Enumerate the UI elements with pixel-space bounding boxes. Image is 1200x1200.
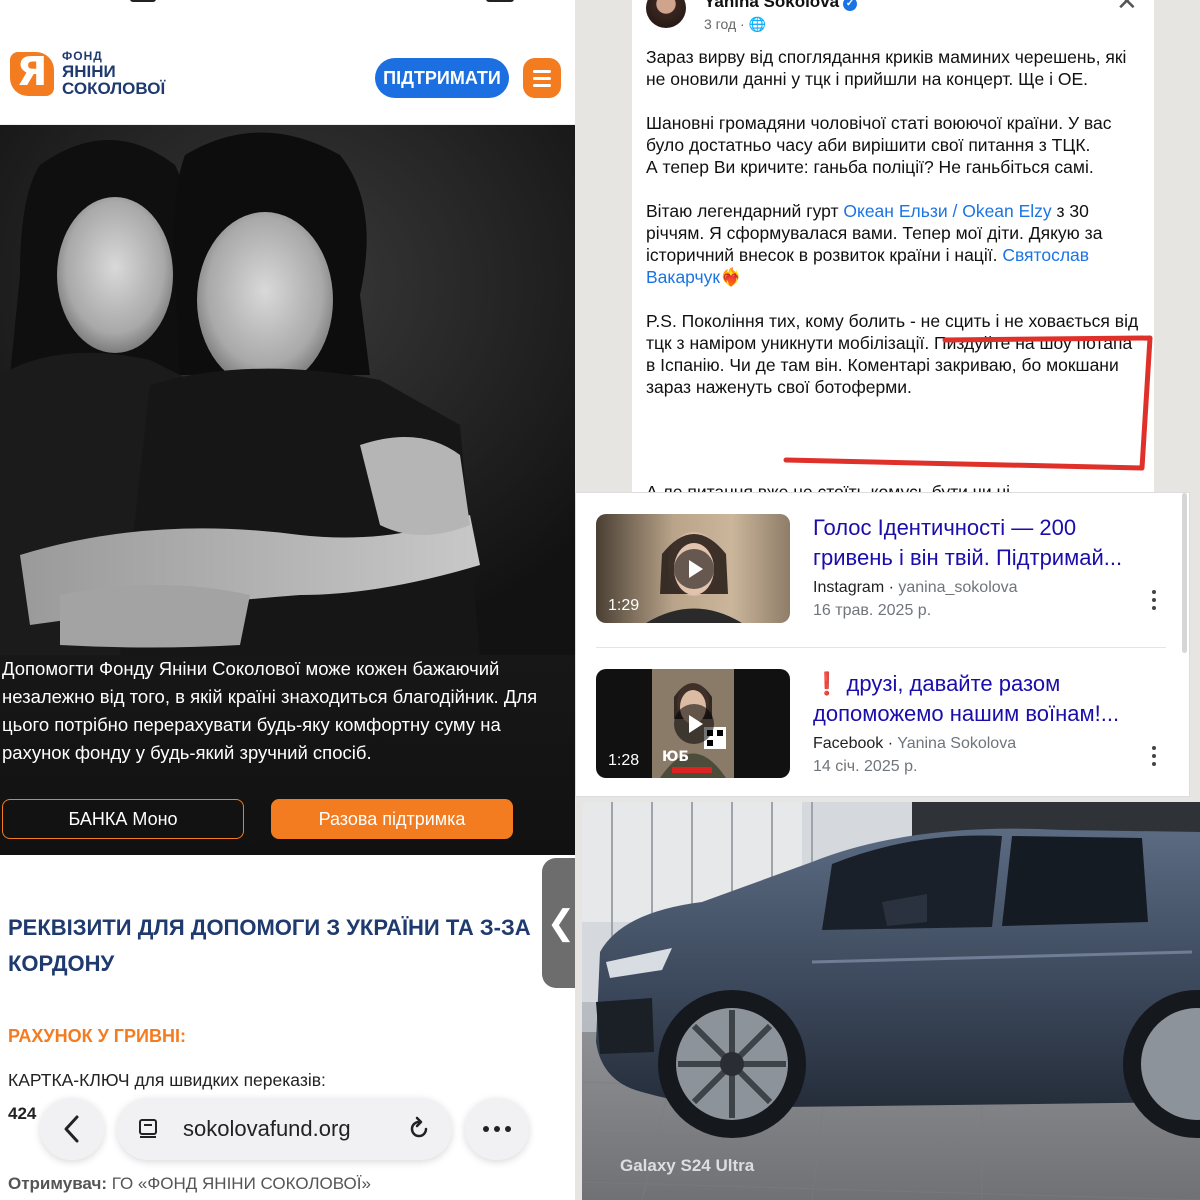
post-paragraph-1: Зараз вирву від споглядання криків мамин…: [646, 47, 1127, 89]
logo-line-2: ЯНІНИ: [62, 61, 116, 81]
more-dots-icon[interactable]: [465, 1098, 529, 1160]
hero-description: Допомогти Фонду Яніни Соколової може кож…: [2, 658, 538, 763]
recipient-label: Отримувач:: [8, 1174, 107, 1193]
result-source: Instagram · yanina_sokolova: [813, 579, 1018, 596]
video-search-results: 1:29 Голос Ідентичності — 200 гривень і …: [575, 492, 1190, 797]
hamburger-icon[interactable]: [523, 58, 561, 98]
url-text[interactable]: sokolovafund.org: [183, 1116, 351, 1142]
more-options-icon[interactable]: •••: [1060, 0, 1084, 9]
post-paragraph-2: Шановні громадяни чоловічої статі воюючо…: [646, 113, 1112, 177]
recipient-value: ГО «ФОНД ЯНІНИ СОКОЛОВОЇ»: [111, 1174, 371, 1193]
divider: [596, 647, 1166, 648]
founders-photo: [0, 125, 575, 655]
result-title[interactable]: Голос Ідентичності — 200 гривень і він т…: [813, 513, 1153, 573]
site-header: Я ФОНД ЯНІНИ СОКОЛОВОЇ ПІДТРИМАТИ: [0, 0, 575, 125]
video-thumbnail[interactable]: 1:29: [596, 514, 790, 623]
reload-icon[interactable]: [406, 1116, 432, 1142]
svg-text:ЮБ: ЮБ: [662, 749, 689, 765]
fund-website-screenshot: Я ФОНД ЯНІНИ СОКОЛОВОЇ ПІДТРИМАТИ Допомо…: [0, 0, 575, 1200]
one-time-support-button[interactable]: Разова підтримка: [271, 799, 513, 839]
status-bar: [0, 0, 575, 6]
close-icon[interactable]: ✕: [1116, 0, 1138, 17]
result-date: 16 трав. 2025 р.: [813, 602, 932, 619]
address-bar[interactable]: sokolovafund.org: [117, 1098, 452, 1160]
post-paragraph-3: Вітаю легендарний гурт Океан Ельзи / Oke…: [646, 201, 1103, 287]
facebook-post: Yanina Sokolova✓ 3 год · 🌐 ••• ✕ Зараз в…: [632, 0, 1154, 492]
requisites-heading: РЕКВІЗИТИ ДЛЯ ДОПОМОГИ З УКРАЇНИ ТА З-ЗА…: [8, 915, 531, 976]
post-body: Зараз вирву від споглядання криків мамин…: [646, 46, 1146, 420]
car-photo: [582, 802, 1200, 1200]
play-icon[interactable]: [674, 704, 714, 744]
kebab-menu-icon[interactable]: [1151, 590, 1157, 610]
card-key-label: КАРТКА-КЛЮЧ для швидких переказів:: [8, 1070, 326, 1090]
exclamation-icon: ❗: [813, 671, 841, 696]
heart-fire-icon: ❤️‍🔥: [720, 267, 742, 287]
side-panel-tab[interactable]: ❮: [542, 858, 575, 988]
avatar[interactable]: [646, 0, 686, 28]
video-thumbnail[interactable]: ЮБ 1:28: [596, 669, 790, 778]
okean-elzy-link[interactable]: Океан Ельзи / Okean Elzy: [843, 201, 1051, 221]
result-date: 14 січ. 2025 р.: [813, 758, 918, 775]
verified-badge-icon: ✓: [843, 0, 858, 11]
tabs-icon[interactable]: [137, 1118, 159, 1140]
result-source: Facebook · Yanina Sokolova: [813, 735, 1017, 752]
video-duration: 1:29: [608, 597, 640, 614]
result-title[interactable]: ❗ друзі, давайте разом допоможемо нашим …: [813, 669, 1153, 729]
video-duration: 1:28: [608, 752, 640, 769]
logo-line-3: СОКОЛОВОЇ: [62, 79, 166, 99]
post-time: 3 год · 🌐: [704, 16, 766, 32]
scrollbar[interactable]: [1182, 493, 1187, 653]
support-button[interactable]: ПІДТРИМАТИ: [375, 58, 509, 98]
collage: Я ФОНД ЯНІНИ СОКОЛОВОЇ ПІДТРИМАТИ Допомо…: [0, 0, 1200, 1200]
mono-jar-button[interactable]: БАНКА Моно: [2, 799, 244, 839]
hero-section: Допомогти Фонду Яніни Соколової може кож…: [0, 125, 575, 855]
fund-logo[interactable]: Я ФОНД ЯНІНИ СОКОЛОВОЇ: [10, 49, 166, 99]
uah-account-heading: РАХУНОК У ГРИВНІ:: [8, 1026, 186, 1046]
post-author[interactable]: Yanina Sokolova ✓: [704, 0, 858, 12]
post-cut-line: А ле питання вже не стоїть комусь бути ч…: [646, 482, 1011, 492]
play-icon[interactable]: [674, 549, 714, 589]
recipient-line: Отримувач: ГО «ФОНД ЯНІНИ СОКОЛОВОЇ»: [8, 1174, 371, 1194]
logo-mark: Я: [10, 49, 54, 97]
card-number[interactable]: 424: [8, 1104, 36, 1124]
post-paragraph-4: P.S. Покоління тих, кому болить - не сци…: [646, 311, 1139, 397]
back-arrow-icon[interactable]: [40, 1098, 104, 1160]
camera-watermark: Galaxy S24 Ultra: [620, 1156, 755, 1175]
logo-line-1: ФОНД: [62, 49, 103, 63]
kebab-menu-icon[interactable]: [1151, 746, 1157, 766]
